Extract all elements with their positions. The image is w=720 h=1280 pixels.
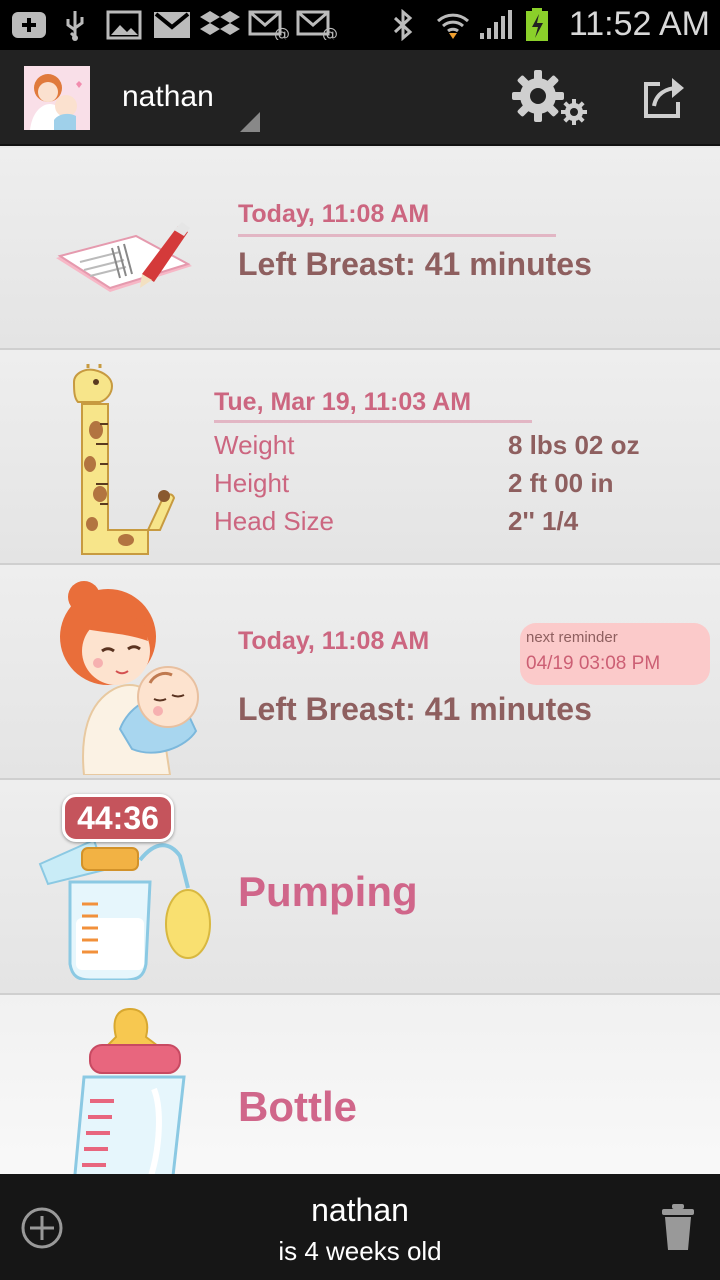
- date-underline: [238, 234, 556, 237]
- footer-baby-name: nathan: [311, 1192, 409, 1228]
- settings-gear-icon[interactable]: [508, 66, 594, 130]
- baby-bottle-icon: [54, 1005, 194, 1174]
- image-icon: [106, 10, 142, 40]
- breast-pump-icon: [36, 820, 216, 984]
- avatar[interactable]: [24, 66, 90, 130]
- entry-summary: Left Breast: 41 minutes: [238, 691, 592, 727]
- pumping-timer-badge: 44:36: [62, 794, 174, 842]
- action-bar: nathan: [0, 50, 720, 146]
- add-notification-icon: [10, 10, 48, 40]
- measurement-label: Weight: [214, 430, 295, 460]
- reminder-label: next reminder: [526, 629, 618, 646]
- usb-icon: [60, 10, 90, 41]
- measurement-value: 2 ft 00 in: [508, 468, 614, 498]
- email-icon: @: [248, 10, 290, 40]
- mother-nursing-icon: [50, 579, 206, 779]
- user-selector-name[interactable]: nathan: [122, 80, 214, 114]
- gmail-icon: [152, 10, 192, 40]
- entry-date: Today, 11:08 AM: [238, 627, 430, 655]
- list-item-pumping[interactable]: 44:36 Pumping: [0, 780, 720, 995]
- dropbox-icon: [200, 10, 240, 40]
- entry-summary: Left Breast: 41 minutes: [238, 246, 592, 282]
- activity-label: Bottle: [238, 1083, 357, 1130]
- list-item-breastfeeding[interactable]: Today, 11:08 AM Left Breast: 41 minutes …: [0, 565, 720, 780]
- date-underline: [214, 420, 532, 423]
- bluetooth-icon: [392, 9, 414, 41]
- dropdown-triangle-icon[interactable]: [238, 110, 262, 134]
- share-icon[interactable]: [640, 74, 688, 122]
- bottom-bar: nathan is 4 weeks old: [0, 1174, 720, 1280]
- measurement-value: 8 lbs 02 oz: [508, 430, 640, 460]
- entry-date: Today, 11:08 AM: [238, 200, 430, 228]
- reminder-time: 04/19 03:08 PM: [526, 653, 661, 674]
- wifi-icon: [436, 10, 470, 40]
- measurement-label: Height: [214, 468, 290, 498]
- giraffe-ruler-icon: [56, 364, 176, 564]
- list-item-diary[interactable]: Today, 11:08 AM Left Breast: 41 minutes: [0, 148, 720, 350]
- signal-icon: [478, 10, 516, 40]
- list-item-growth[interactable]: Tue, Mar 19, 11:03 AM Weight 8 lbs 02 oz…: [0, 350, 720, 565]
- measurement-label: Head Size: [214, 506, 334, 536]
- battery-charging-icon: [524, 8, 550, 41]
- email-icon: @: [296, 10, 338, 40]
- status-clock: 11:52 AM: [568, 5, 710, 43]
- activity-label: Pumping: [238, 868, 418, 915]
- footer-baby-age: is 4 weeks old: [278, 1236, 442, 1266]
- status-bar: @ @ 11:52 AM: [0, 0, 720, 50]
- svg-text:@: @: [322, 24, 338, 40]
- entry-date: Tue, Mar 19, 11:03 AM: [214, 388, 472, 416]
- svg-text:@: @: [274, 24, 290, 40]
- list-item-bottle[interactable]: Bottle: [0, 995, 720, 1174]
- measurement-value: 2'' 1/4: [508, 506, 579, 536]
- trash-icon[interactable]: [660, 1202, 696, 1252]
- next-reminder-badge: next reminder 04/19 03:08 PM: [520, 623, 710, 685]
- entries-list: Today, 11:08 AM Left Breast: 41 minutes …: [0, 148, 720, 1174]
- notebook-pen-icon: [50, 218, 200, 332]
